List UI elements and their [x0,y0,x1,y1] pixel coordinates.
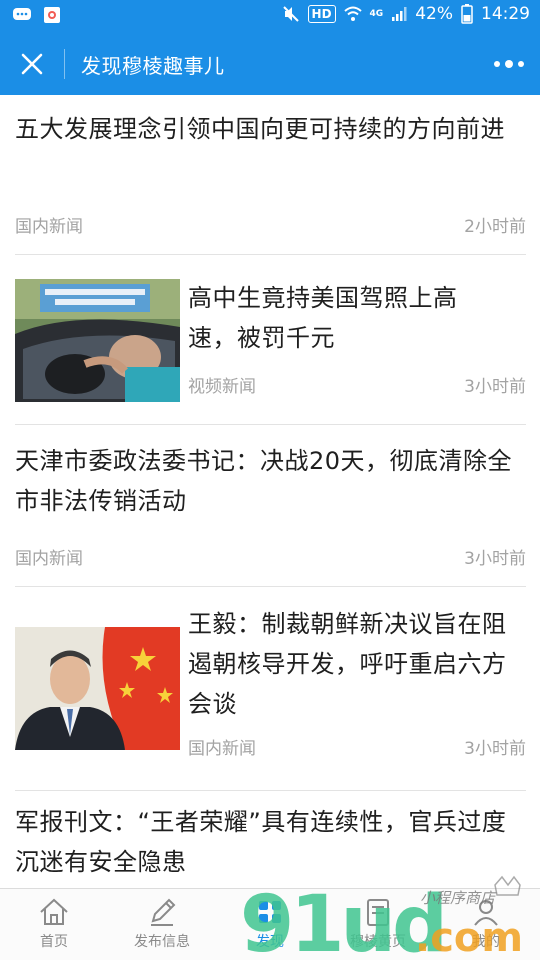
user-icon [474,900,498,926]
news-item[interactable]: 天津市委政法委书记：决战20天，彻底清除全市非法传销活动 国内新闻 3小时前 [15,425,526,587]
title-bar: 发现穆棱趣事儿 [0,33,540,95]
news-title: 军报刊文：“王者荣耀”具有连续性，官兵过度沉迷有安全隐患 [15,808,507,876]
tab-yellow-pages[interactable]: 穆棱黄页 [324,895,432,951]
news-thumbnail [15,279,180,402]
official-with-flag-photo-icon [15,627,180,750]
gallery-app-icon [44,7,60,23]
status-left-icons [12,6,62,24]
battery-percent: 42% [415,4,453,24]
news-time: 3小时前 [464,739,526,759]
news-category: 国内新闻 [188,739,256,759]
news-item[interactable]: 高中生竟持美国驾照上高速，被罚千元 视频新闻 3小时前 [15,255,526,425]
title-divider [64,49,65,79]
pencil-icon [151,898,176,926]
news-title: 王毅：制裁朝鲜新决议旨在阻遏朝核导开发，呼吁重启六方会谈 [188,610,507,718]
status-bar: HD 4G 42% 14:29 [0,0,540,33]
news-category: 国内新闻 [15,549,83,569]
tab-label: 发布信息 [134,934,190,950]
battery-icon [461,4,473,24]
tab-label: 发现 [256,934,284,950]
message-bubble-icon [13,8,31,20]
news-item[interactable]: 五大发展理念引领中国向更可持续的方向前进 国内新闻 2小时前 [15,95,526,255]
close-button[interactable] [14,47,50,81]
news-meta: 国内新闻 3小时前 [188,734,526,759]
news-category: 视频新闻 [188,377,256,397]
car-driver-photo-icon [15,279,180,402]
news-thumbnail [15,627,180,750]
status-right-icons: HD 4G 42% 14:29 [282,4,530,24]
close-icon [21,53,43,75]
tab-label: 穆棱黄页 [350,934,406,950]
network-type: 4G [369,9,384,19]
tab-me[interactable]: 我的 [432,895,540,951]
home-icon [40,898,68,925]
news-time: 3小时前 [464,377,526,397]
mute-icon [282,6,299,22]
news-title: 高中生竟持美国驾照上高速，被罚千元 [188,284,458,352]
news-time: 3小时前 [464,549,526,569]
tab-discover[interactable]: 发现 [216,895,324,951]
wifi-icon [343,6,362,21]
signal-icon [392,7,407,21]
tab-label: 我的 [472,934,500,950]
hd-badge: HD [307,5,336,23]
news-meta: 视频新闻 3小时前 [188,372,526,397]
more-dot-icon [505,60,513,68]
tab-label: 首页 [40,934,68,950]
tab-home[interactable]: 首页 [0,895,108,951]
tab-publish[interactable]: 发布信息 [108,895,216,951]
news-item[interactable]: 王毅：制裁朝鲜新决议旨在阻遏朝核导开发，呼吁重启六方会谈 国内新闻 3小时前 [15,587,526,791]
more-options-button[interactable] [492,49,526,79]
clock: 14:29 [481,4,530,24]
news-title: 五大发展理念引领中国向更可持续的方向前进 [15,115,505,143]
bottom-tab-bar: 首页 发布信息 发现 穆棱黄页 我的 [0,888,540,960]
discover-icon [259,901,281,923]
news-category: 国内新闻 [15,217,83,237]
yellow-pages-icon [367,899,389,926]
news-time: 2小时前 [464,217,526,237]
more-dot-icon [518,61,524,67]
news-title: 天津市委政法委书记：决战20天，彻底清除全市非法传销活动 [15,447,513,515]
news-meta: 国内新闻 3小时前 [15,544,526,569]
news-item[interactable]: 军报刊文：“王者荣耀”具有连续性，官兵过度沉迷有安全隐患 [15,791,526,891]
more-dot-icon [494,61,500,67]
page-title: 发现穆棱趣事儿 [81,54,225,78]
news-meta: 国内新闻 2小时前 [15,212,526,237]
